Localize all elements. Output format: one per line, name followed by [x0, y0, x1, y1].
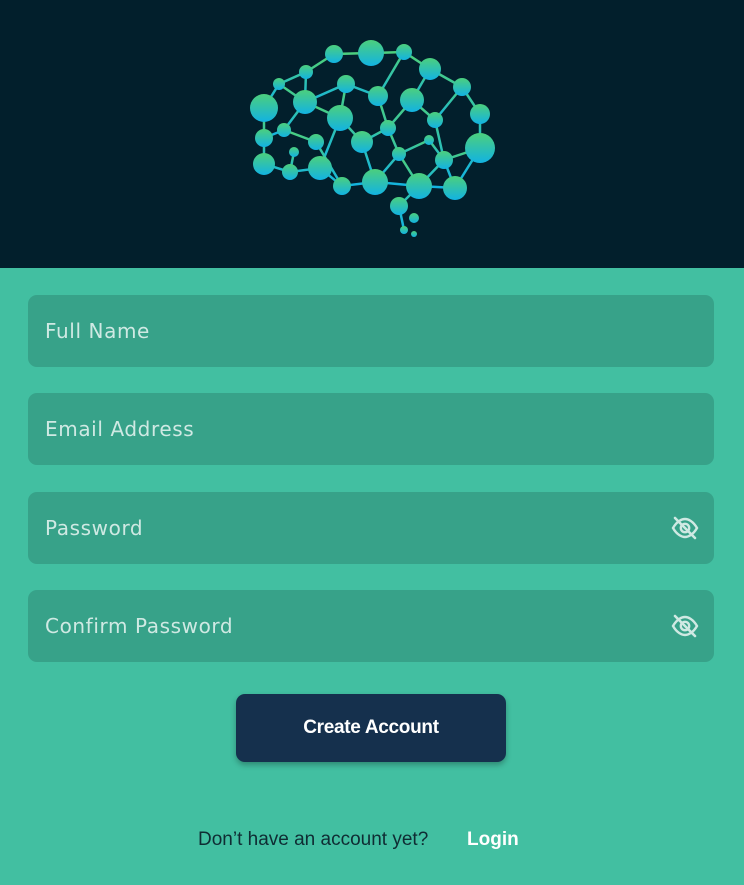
email-field[interactable]: Email Address — [28, 393, 714, 465]
password-field[interactable]: Password — [28, 492, 714, 564]
create-account-button[interactable]: Create Account — [236, 694, 506, 762]
confirm-password-field[interactable]: Confirm Password — [28, 590, 714, 662]
confirm-password-placeholder: Confirm Password — [45, 614, 234, 638]
eye-off-icon[interactable] — [670, 611, 700, 641]
email-placeholder: Email Address — [45, 417, 195, 441]
full-name-placeholder: Full Name — [45, 319, 150, 343]
full-name-field[interactable]: Full Name — [28, 295, 714, 367]
brain-network-icon — [250, 40, 495, 237]
app-header — [0, 0, 744, 268]
eye-off-icon[interactable] — [670, 513, 700, 543]
password-placeholder: Password — [45, 516, 144, 540]
signup-prompt: Don’t have an account yet? — [198, 829, 429, 850]
login-link[interactable]: Login — [467, 829, 519, 851]
